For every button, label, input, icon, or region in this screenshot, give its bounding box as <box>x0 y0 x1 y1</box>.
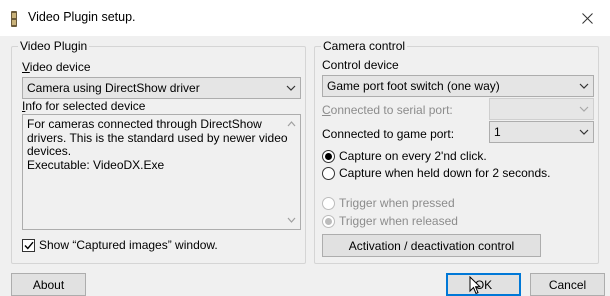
radio-dot <box>322 214 335 228</box>
control-device-value: Game port foot switch (one way) <box>327 79 500 93</box>
trigger-pressed-radio: Trigger when pressed <box>322 196 455 210</box>
capture-held-label: Capture when held down for 2 seconds. <box>339 166 551 180</box>
radio-dot <box>322 196 335 210</box>
capture-every-label: Capture on every 2'nd click. <box>339 149 487 163</box>
checkmark-icon <box>23 241 34 250</box>
control-device-label: Control device <box>322 58 399 72</box>
radio-selected-indicator <box>325 217 332 225</box>
radio-dot[interactable] <box>322 149 335 163</box>
trigger-released-radio: Trigger when released <box>322 214 458 228</box>
chevron-down-icon <box>579 106 589 112</box>
about-button[interactable]: About <box>11 273 86 296</box>
title-bar: Video Plugin setup. <box>0 0 610 36</box>
scroll-down-icon[interactable] <box>287 217 296 223</box>
info-line: devices. <box>27 144 72 158</box>
game-port-value: 1 <box>494 125 501 139</box>
chevron-down-icon <box>579 129 589 135</box>
game-port-label: Connected to game port: <box>322 127 455 141</box>
game-port-select[interactable]: 1 <box>489 121 594 143</box>
video-device-value: Camera using DirectShow driver <box>27 81 200 95</box>
serial-port-select <box>489 98 594 120</box>
control-device-select[interactable]: Game port foot switch (one way) <box>322 75 594 97</box>
scroll-up-icon[interactable] <box>287 121 296 127</box>
window-title: Video Plugin setup. <box>28 10 136 24</box>
video-device-select[interactable]: Camera using DirectShow driver <box>22 77 301 99</box>
video-plugin-group-title: Video Plugin <box>18 39 90 53</box>
serial-port-label: Connected to serial port: <box>322 103 453 117</box>
show-captured-label: Show “Captured images” window. <box>39 238 218 252</box>
serial-port-label-mnemonic: C <box>322 103 331 117</box>
video-device-label-text: ideo device <box>29 60 91 74</box>
serial-port-label-text: onnected to serial port: <box>330 103 453 117</box>
info-line: drivers. This is the standard used by ne… <box>27 130 288 145</box>
ok-button[interactable]: OK <box>446 273 521 296</box>
chevron-down-icon <box>579 83 589 89</box>
chevron-down-icon <box>286 85 296 91</box>
checkbox-box[interactable] <box>22 238 35 252</box>
capture-held-radio[interactable]: Capture when held down for 2 seconds. <box>322 166 550 180</box>
video-device-label: Video device <box>22 60 91 74</box>
info-line: For cameras connected through DirectShow <box>27 117 262 131</box>
trigger-released-label: Trigger when released <box>339 214 458 228</box>
cancel-button[interactable]: Cancel <box>530 273 605 296</box>
app-icon <box>11 11 17 27</box>
info-label-text: nfo for selected device <box>25 99 146 113</box>
close-button[interactable] <box>564 0 610 36</box>
camera-control-group-title: Camera control <box>321 39 408 53</box>
show-captured-checkbox[interactable]: Show “Captured images” window. <box>22 238 218 252</box>
video-device-label-mnemonic: V <box>22 60 30 74</box>
activation-control-button[interactable]: Activation / deactivation control <box>322 234 541 257</box>
info-line: Executable: VideoDX.Exe <box>27 157 165 172</box>
info-scrollbar[interactable] <box>283 115 300 229</box>
info-textbox[interactable]: For cameras connected through DirectShow… <box>22 114 301 230</box>
close-icon <box>581 12 593 24</box>
capture-every-radio[interactable]: Capture on every 2'nd click. <box>322 149 487 163</box>
radio-dot[interactable] <box>322 166 335 180</box>
info-label: Info for selected device <box>22 99 145 113</box>
trigger-pressed-label: Trigger when pressed <box>339 196 455 210</box>
radio-selected-indicator <box>325 152 332 160</box>
